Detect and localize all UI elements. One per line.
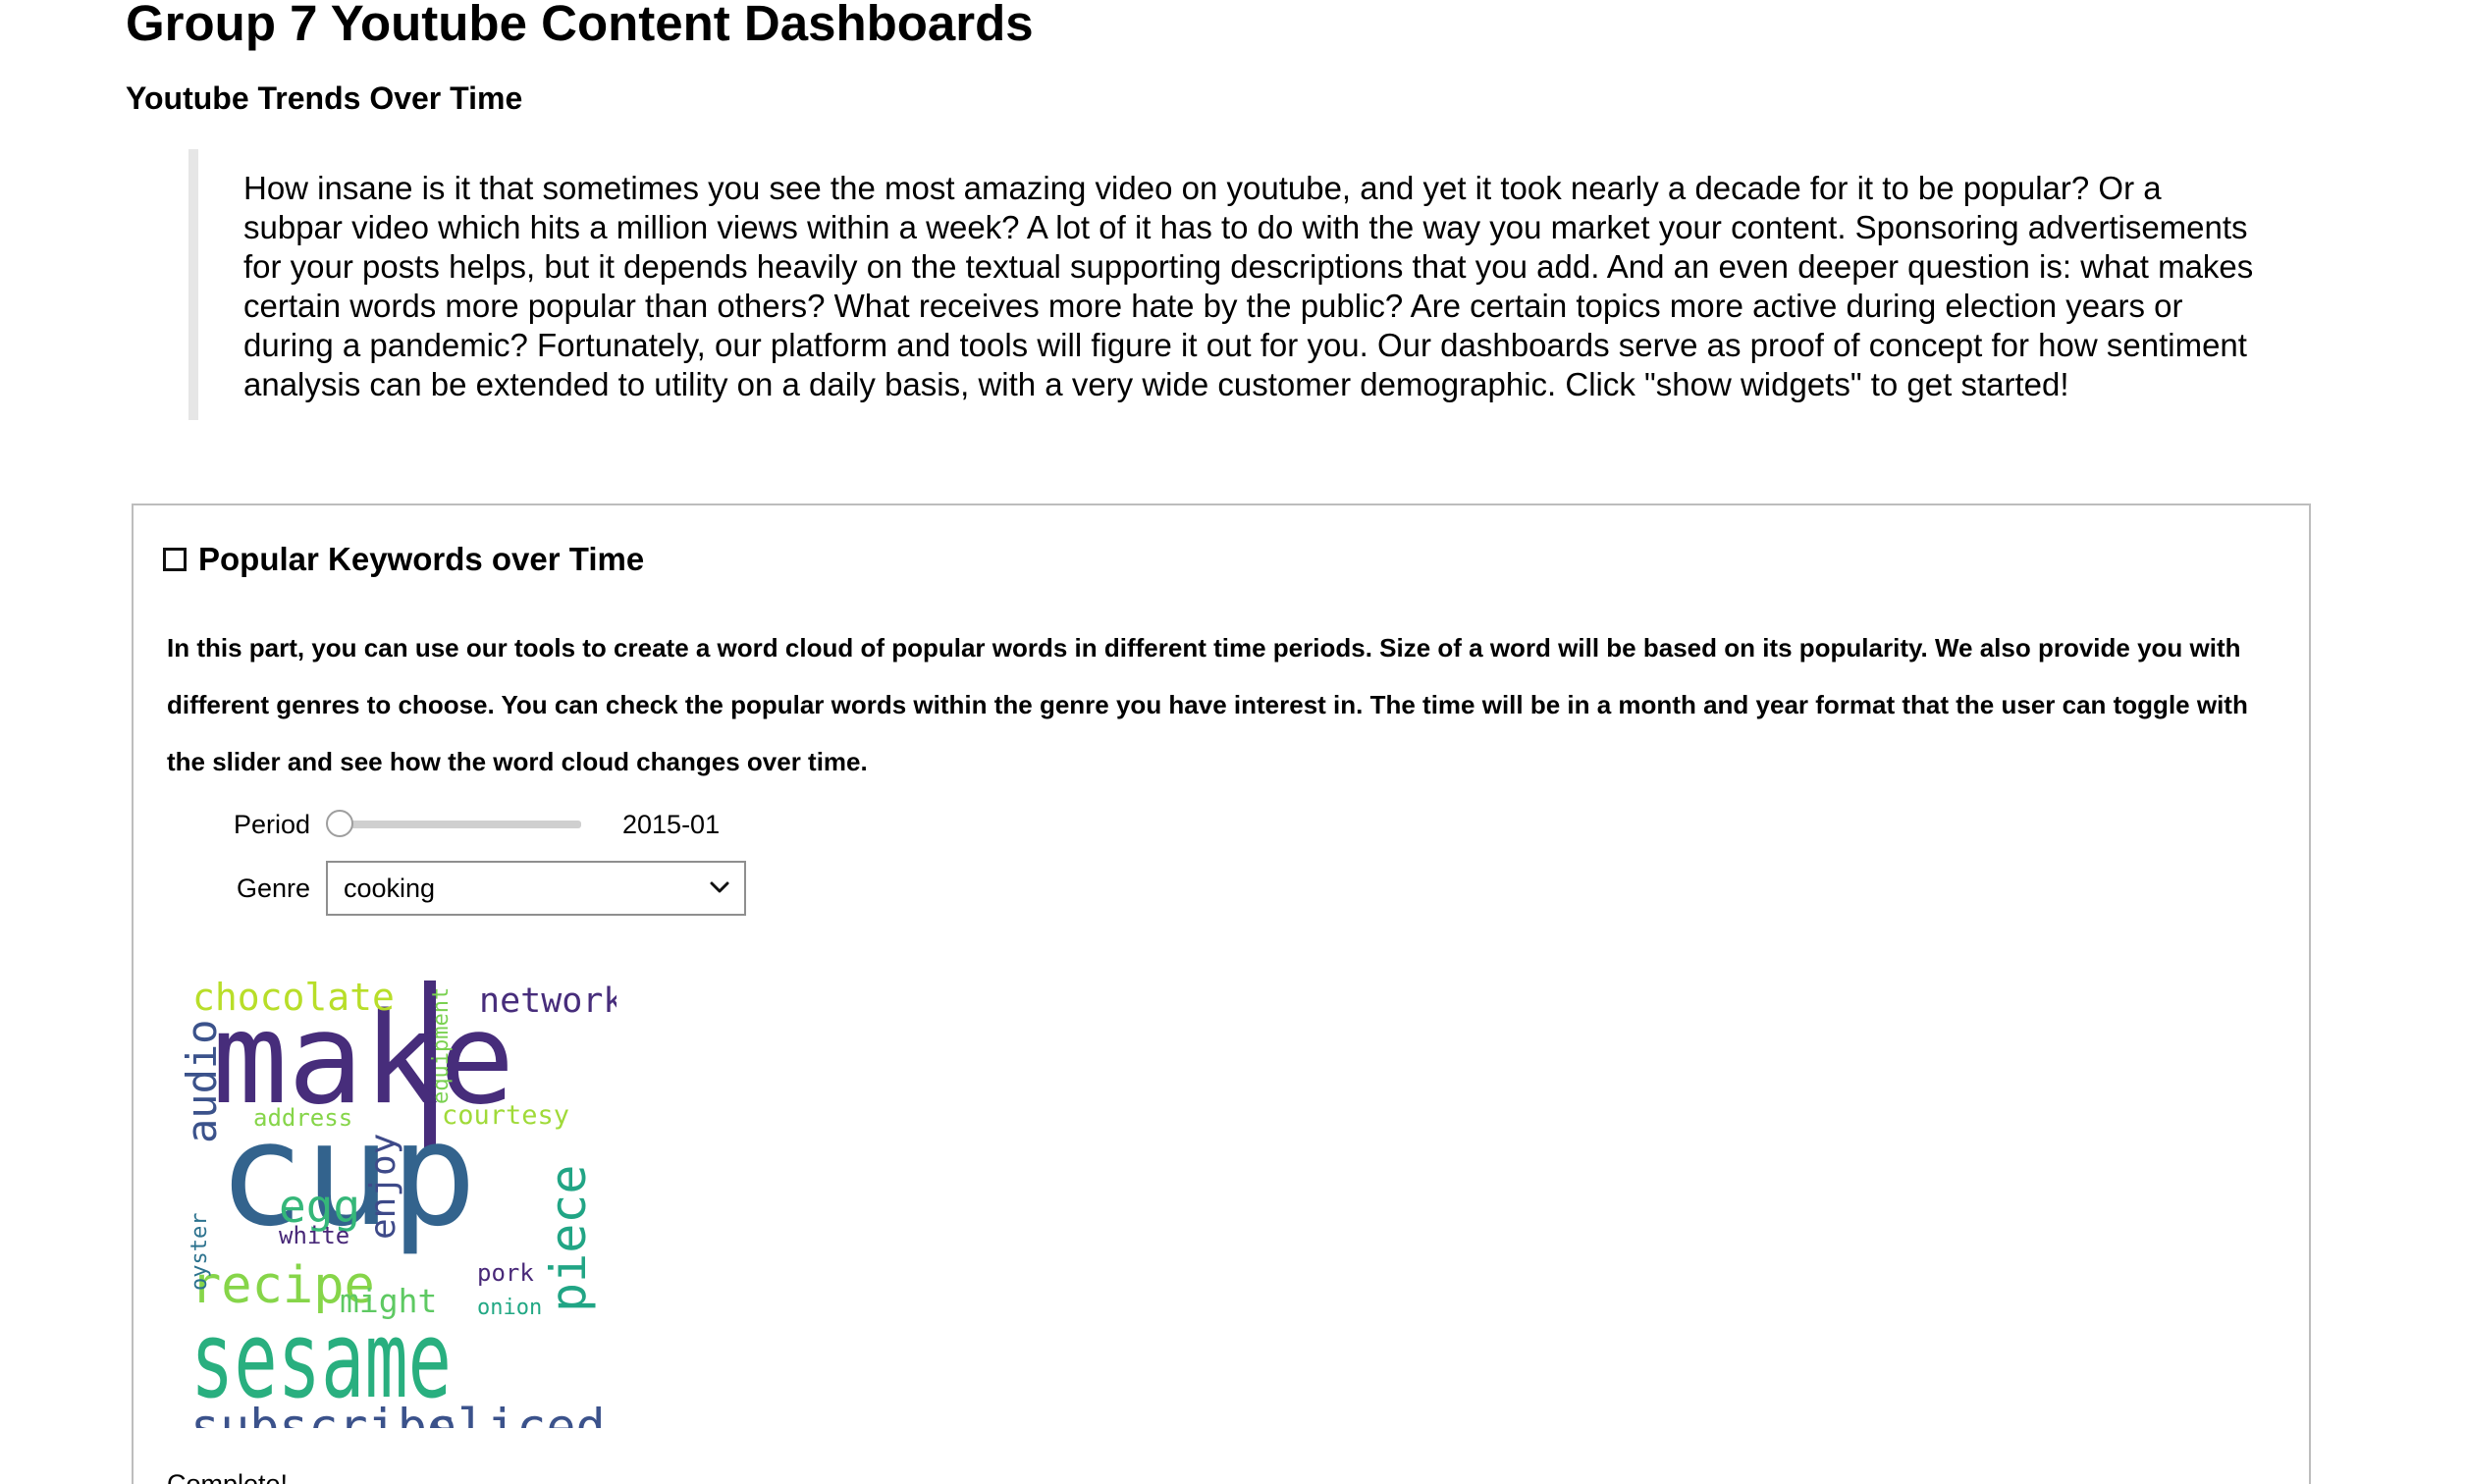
genre-selected-value: cooking	[344, 873, 436, 903]
word-white: white	[279, 1222, 349, 1249]
genre-label: Genre	[236, 873, 310, 903]
period-label: Period	[233, 809, 310, 839]
keywords-panel: Popular Keywords over Time In this part,…	[132, 504, 2311, 1484]
word-subscribe: subscribe	[190, 1399, 456, 1428]
word-pork: pork	[477, 1259, 534, 1287]
page-subtitle: Youtube Trends Over Time	[126, 80, 523, 116]
word-audio: audio	[185, 1020, 226, 1143]
dashboard-page: Group 7 Youtube Content Dashboards Youtu…	[0, 0, 2466, 1484]
panel-title: Popular Keywords over Time	[198, 541, 645, 577]
word-enjoy: enjoy	[363, 1134, 403, 1240]
word-chocolate: chocolate	[192, 976, 395, 1019]
genre-dropdown[interactable]: cooking	[326, 861, 746, 916]
panel-toggle[interactable]: Popular Keywords over Time	[163, 525, 644, 594]
chevron-down-icon	[710, 881, 729, 893]
intro-blockquote: How insane is it that sometimes you see …	[188, 149, 2260, 420]
word-might: might	[340, 1282, 437, 1320]
status-text: Complete!	[167, 1469, 289, 1484]
word-courtesy: courtesy	[442, 1100, 569, 1131]
panel-description: In this part, you can use our tools to c…	[167, 633, 2248, 776]
period-widget: Period 2015-01	[134, 800, 720, 849]
slider-track[interactable]	[338, 821, 581, 828]
word-equipment: equipment	[429, 987, 454, 1104]
word-network: network	[479, 981, 616, 1021]
slider-handle[interactable]	[326, 810, 353, 837]
word-cloud: makecupsesamesubscribeslicedrecipechocol…	[185, 957, 616, 1428]
period-value: 2015-01	[622, 809, 721, 839]
period-slider[interactable]	[326, 805, 581, 844]
genre-widget: Genre cooking	[134, 861, 746, 916]
page-title: Group 7 Youtube Content Dashboards	[126, 0, 1034, 51]
word-onion: onion	[477, 1296, 542, 1320]
checkbox-icon[interactable]	[163, 548, 187, 571]
word-address: address	[253, 1104, 352, 1132]
word-oyster: oyster	[188, 1213, 212, 1291]
word-sliced: sliced	[428, 1399, 606, 1428]
word-piece: piece	[540, 1164, 597, 1312]
